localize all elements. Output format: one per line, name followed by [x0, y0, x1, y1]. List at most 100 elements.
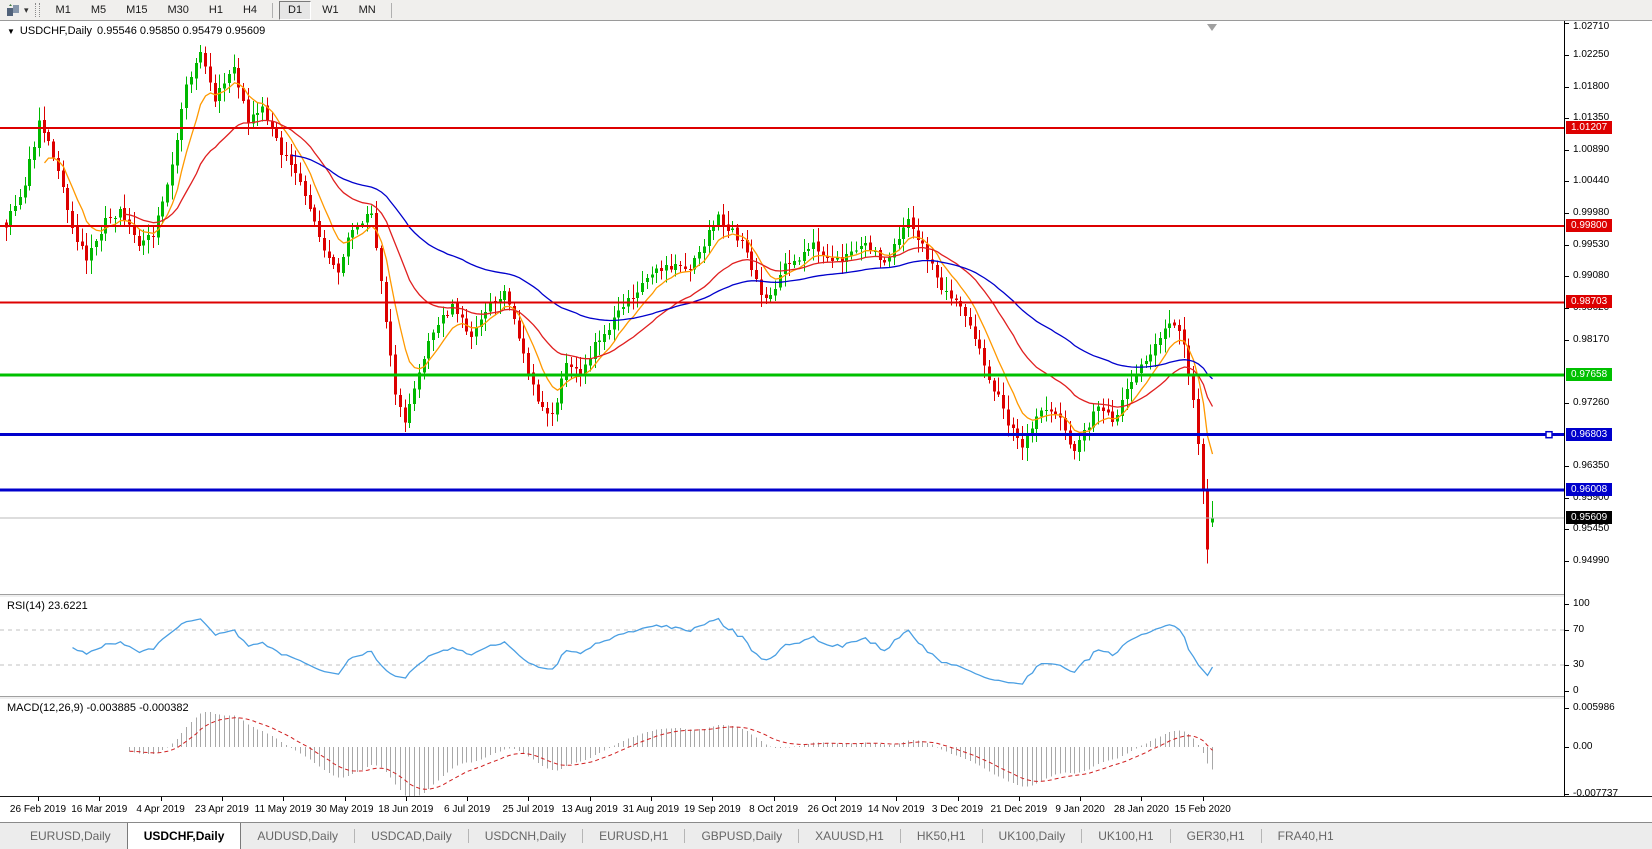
candle [1078, 436, 1081, 461]
timeframe-button-mn[interactable]: MN [350, 1, 385, 20]
chart-tab-xauusd-h1[interactable]: XAUUSD,H1 [799, 823, 900, 849]
candle [898, 226, 901, 251]
date-tick-mark [1019, 797, 1020, 801]
date-axis[interactable]: 26 Feb 2019 16 Mar 2019 4 Apr 2019 23 Apr 2… [0, 797, 1652, 822]
candle [665, 256, 668, 283]
candle [983, 340, 986, 378]
timeframe-button-m30[interactable]: M30 [159, 1, 198, 20]
candle [575, 357, 578, 383]
candle [342, 254, 345, 277]
candle [432, 329, 435, 351]
timeframe-button-m1[interactable]: M1 [47, 1, 80, 20]
candle [5, 220, 8, 241]
candle [845, 244, 848, 273]
candle [864, 236, 867, 257]
date-tick-label: 31 Aug 2019 [623, 804, 679, 815]
timeframe-button-w1[interactable]: W1 [313, 1, 348, 20]
date-tick-label: 13 Aug 2019 [562, 804, 618, 815]
candle [147, 224, 150, 253]
date-tick-mark [590, 797, 591, 801]
price-tick-mark [1565, 213, 1569, 214]
price-tick-mark [1565, 150, 1569, 151]
collapse-triangle-icon[interactable]: ▼ [7, 27, 15, 36]
timeframe-toolbar: ▾ M1M5M15M30H1H4 D1W1MN [0, 0, 1652, 21]
candle [85, 233, 88, 274]
timeframe-button-m5[interactable]: M5 [82, 1, 115, 20]
price-tick-label: 0.97260 [1573, 397, 1609, 408]
candle [717, 211, 720, 230]
chart-profiles-caret-icon[interactable]: ▾ [24, 5, 29, 16]
chart-shift-marker-icon[interactable] [1207, 24, 1217, 31]
candle [9, 204, 12, 235]
candles-layer [5, 45, 1214, 563]
candle [959, 297, 962, 316]
chart-tab-fra40-h1[interactable]: FRA40,H1 [1262, 823, 1350, 849]
candle [1168, 310, 1171, 337]
rsi-tick-mark [1565, 630, 1569, 631]
date-tick-label: 18 Jun 2019 [378, 804, 433, 815]
chart-tab-hk50-h1[interactable]: HK50,H1 [901, 823, 982, 849]
date-tick-label: 26 Feb 2019 [10, 804, 66, 815]
date-tick-label: 3 Dec 2019 [932, 804, 983, 815]
moving-average-line[interactable] [125, 121, 1213, 408]
candle [313, 204, 316, 224]
chart-tab-uk100-h1[interactable]: UK100,H1 [1082, 823, 1169, 849]
toolbar-grip-handle[interactable] [35, 3, 40, 17]
line-handle[interactable] [1546, 432, 1552, 438]
level-price-badge: 1.01207 [1566, 121, 1612, 134]
timeframe-button-m15[interactable]: M15 [117, 1, 156, 20]
candle [907, 208, 910, 237]
chart-tab-usdchf-daily[interactable]: USDCHF,Daily [127, 823, 242, 849]
candle [408, 394, 411, 428]
candle [309, 185, 312, 212]
macd-indicator-pane[interactable]: MACD(12,26,9) -0.003885 -0.000382 [0, 699, 1564, 796]
rsi-line[interactable] [73, 619, 1213, 685]
chart-tab-usdcnh-daily[interactable]: USDCNH,Daily [469, 823, 582, 849]
chart-tab-ger30-h1[interactable]: GER30,H1 [1171, 823, 1261, 849]
candle [119, 207, 122, 228]
candle [1026, 424, 1029, 461]
candle [551, 403, 554, 427]
candle [57, 151, 60, 179]
candle [722, 204, 725, 239]
rsi-axis-label: 70 [1573, 624, 1584, 635]
chart-symbol-label: USDCHF,Daily [20, 25, 92, 37]
candle [1211, 501, 1214, 527]
rsi-indicator-pane[interactable]: RSI(14) 23.6221 [0, 597, 1564, 696]
date-tick-label: 4 Apr 2019 [136, 804, 184, 815]
candle [769, 287, 772, 303]
trading-terminal-window: ▾ M1M5M15M30H1H4 D1W1MN ▼ USDCHF,Daily 0.… [0, 0, 1652, 849]
timeframe-button-d1[interactable]: D1 [279, 1, 311, 20]
chart-profiles-icon[interactable] [4, 2, 24, 18]
price-tick-label: 0.99530 [1573, 239, 1609, 250]
candle [109, 209, 112, 224]
candle [442, 306, 445, 336]
chart-tab-uk100-daily[interactable]: UK100,Daily [983, 823, 1082, 849]
chart-tab-audusd-daily[interactable]: AUDUSD,Daily [241, 823, 354, 849]
candle [546, 402, 549, 427]
toolbar-separator [272, 3, 273, 18]
price-tick-label: 0.99080 [1573, 270, 1609, 281]
date-tick-label: 23 Apr 2019 [195, 804, 249, 815]
candle [76, 214, 79, 250]
candle [290, 144, 293, 177]
date-tick-mark [406, 797, 407, 801]
candle [798, 257, 801, 265]
candle [166, 182, 169, 206]
candle [33, 141, 36, 168]
chart-tab-eurusd-h1[interactable]: EURUSD,H1 [583, 823, 684, 849]
price-scale[interactable]: 1.027101.022501.018001.013501.008901.004… [1564, 21, 1652, 797]
candle [598, 331, 601, 355]
chart-tab-usdcad-daily[interactable]: USDCAD,Daily [355, 823, 468, 849]
price-tick-mark [1565, 466, 1569, 467]
price-tick-label: 0.96350 [1573, 460, 1609, 471]
candle [14, 195, 17, 216]
moving-average-line[interactable] [45, 83, 1213, 454]
date-tick-label: 16 Mar 2019 [71, 804, 127, 815]
chart-tab-eurusd-daily[interactable]: EURUSD,Daily [14, 823, 127, 849]
candle [176, 133, 179, 174]
timeframe-button-h1[interactable]: H1 [200, 1, 232, 20]
timeframe-button-h4[interactable]: H4 [234, 1, 266, 20]
price-chart-pane[interactable]: ▼ USDCHF,Daily 0.95546 0.95850 0.95479 0… [0, 21, 1564, 594]
chart-tab-gbpusd-daily[interactable]: GBPUSD,Daily [685, 823, 798, 849]
